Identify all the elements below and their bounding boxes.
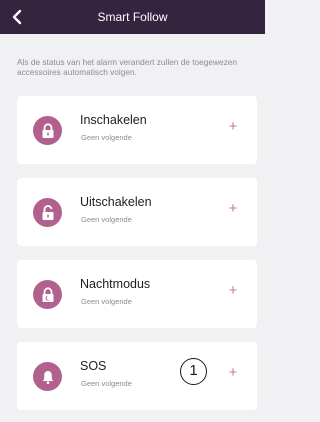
- lock-open-icon: [33, 198, 62, 227]
- top-bar: Smart Follow: [0, 0, 265, 34]
- lock-night-icon: [33, 280, 62, 309]
- mode-label: Inschakelen: [80, 113, 147, 127]
- add-button[interactable]: +: [225, 201, 241, 217]
- mode-status: Geen volgende: [81, 215, 132, 224]
- page-title: Smart Follow: [97, 10, 168, 24]
- mode-card-inschakelen[interactable]: Inschakelen Geen volgende +: [17, 96, 257, 164]
- add-button[interactable]: +: [225, 119, 241, 135]
- lock-closed-icon: [33, 116, 62, 145]
- mode-card-uitschakelen[interactable]: Uitschakelen Geen volgende +: [17, 178, 257, 246]
- mode-card-nachtmodus[interactable]: Nachtmodus Geen volgende +: [17, 260, 257, 328]
- mode-status: Geen volgende: [81, 297, 132, 306]
- mode-status: Geen volgende: [81, 379, 132, 388]
- mode-label: Nachtmodus: [80, 277, 151, 291]
- mode-status: Geen volgende: [81, 133, 132, 142]
- mode-label: SOS: [80, 359, 107, 373]
- add-button[interactable]: +: [225, 365, 241, 381]
- callout-marker: 1: [180, 358, 207, 385]
- mode-label: Uitschakelen: [80, 195, 152, 209]
- mode-card-sos[interactable]: SOS Geen volgende 1 +: [17, 342, 257, 410]
- bell-icon: [33, 362, 62, 391]
- description-text: Als de status van het alarm verandert zu…: [17, 57, 237, 77]
- add-button[interactable]: +: [225, 283, 241, 299]
